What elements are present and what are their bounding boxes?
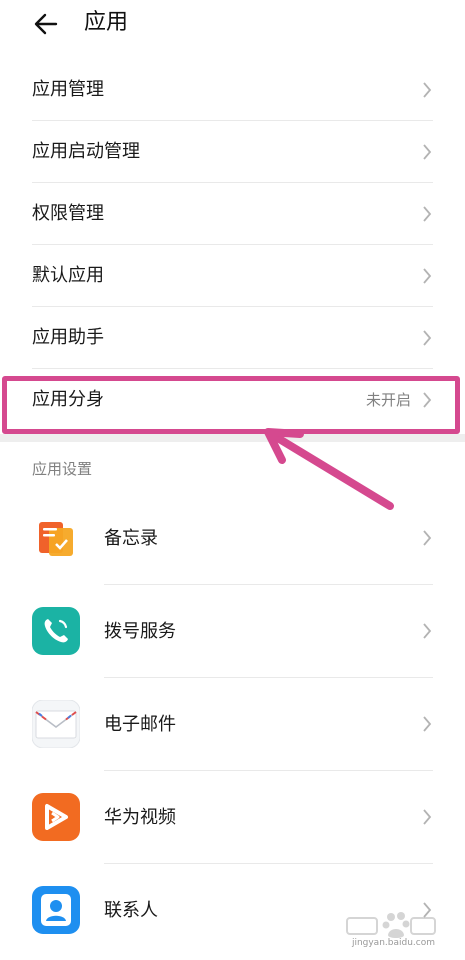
notes-icon	[32, 514, 80, 562]
section-title: 应用设置	[32, 460, 93, 478]
email-icon	[32, 700, 80, 748]
app-item-label: 拨号服务	[104, 621, 176, 642]
chevron-right-icon	[423, 716, 432, 732]
contacts-icon	[32, 886, 80, 934]
app-item-email[interactable]: 电子邮件	[0, 678, 465, 771]
header: 应用	[0, 0, 465, 50]
app-item-label: 电子邮件	[104, 714, 176, 735]
menu-item-app-assistant[interactable]: 应用助手	[0, 307, 465, 369]
page-title: 应用	[84, 10, 129, 35]
menu-item-app-launch-management[interactable]: 应用启动管理	[0, 121, 465, 183]
chevron-right-icon	[423, 330, 432, 346]
chevron-right-icon	[423, 268, 432, 284]
watermark-url: jingyan.baidu.com	[351, 938, 435, 948]
menu-item-label: 应用助手	[32, 327, 104, 348]
app-item-label: 备忘录	[104, 528, 158, 549]
app-settings-list: 备忘录 拨号服务 电子邮件 华为视频 联系人	[0, 492, 465, 957]
app-item-label: 华为视频	[104, 807, 176, 828]
chevron-right-icon	[423, 623, 432, 639]
menu-item-default-apps[interactable]: 默认应用	[0, 245, 465, 307]
app-item-notes[interactable]: 备忘录	[0, 492, 465, 585]
app-item-dialer[interactable]: 拨号服务	[0, 585, 465, 678]
highlight-box	[2, 376, 460, 434]
app-item-label: 联系人	[104, 900, 158, 921]
menu-item-label: 权限管理	[32, 203, 104, 224]
chevron-right-icon	[423, 530, 432, 546]
back-arrow-icon[interactable]	[30, 8, 62, 40]
menu-item-label: 默认应用	[32, 265, 104, 286]
video-icon	[32, 793, 80, 841]
menu-item-permission-management[interactable]: 权限管理	[0, 183, 465, 245]
baidu-watermark-logo	[346, 912, 436, 938]
chevron-right-icon	[423, 809, 432, 825]
chevron-right-icon	[423, 82, 432, 98]
chevron-right-icon	[423, 206, 432, 222]
menu-item-label: 应用启动管理	[32, 141, 140, 162]
section-separator	[0, 434, 465, 442]
app-item-huawei-video[interactable]: 华为视频	[0, 771, 465, 864]
menu-item-app-management[interactable]: 应用管理	[0, 59, 465, 121]
menu-item-label: 应用管理	[32, 79, 104, 100]
chevron-right-icon	[423, 144, 432, 160]
phone-icon	[32, 607, 80, 655]
